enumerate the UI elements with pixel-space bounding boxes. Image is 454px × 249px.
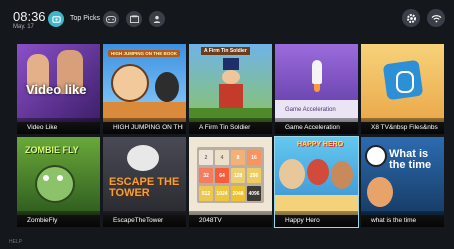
app-art: HIGH JUMPING ON THE BOOK [103,44,186,122]
profile-icon[interactable] [149,11,165,27]
app-title: ZombieFly [27,217,58,224]
app-art-text: Video like [26,82,87,97]
app-tile-game-acceleration[interactable]: Game Acceleration Game Acceleration [275,44,358,134]
app-art: Game Acceleration [275,44,358,122]
app-title: X8 TV&nbsp Files&nbs [371,124,438,131]
top-picks-label[interactable]: Top Picks [70,15,100,22]
app-art-text: ZOMBIE FLY [25,145,79,155]
top-picks-icon[interactable] [48,11,64,27]
app-title: EscapeTheTower [113,217,164,224]
game-2048-cell: 64 [215,168,229,183]
app-title: Game Acceleration [285,124,340,131]
app-art: 2 4 8 16 32 64 128 256 512 1024 2048 4096 [189,137,272,215]
app-tile-happy-hero[interactable]: HAPPY HERO Happy Hero [274,136,359,228]
game-2048-cell: 1024 [215,186,229,201]
game-2048-cell: 4096 [247,186,261,201]
help-hint[interactable]: HELP [9,239,22,245]
app-art: ZOMBIE FLY [17,137,100,215]
app-tile-escape-the-tower[interactable]: ESCAPE THE TOWER EscapeTheTower [103,137,186,227]
game-2048-cell: 128 [231,168,245,183]
settings-gear-icon[interactable] [402,9,420,27]
game-2048-cell: 2 [199,150,213,165]
gamepad-icon[interactable] [103,11,119,27]
app-art: ESCAPE THE TOWER [103,137,186,215]
app-title: Happy Hero [285,217,320,224]
game-2048-cell: 2048 [231,186,245,201]
app-title: A Firm Tin Soldier [199,124,251,131]
clock: 08:36 [13,9,46,24]
app-art: A Firm Tin Soldier [189,44,272,122]
date: May. 17 [13,24,34,30]
game-2048-cell: 32 [199,168,213,183]
game-2048-cell: 16 [247,150,261,165]
app-art-text: What is the time [389,148,432,171]
app-art-text: HIGH JUMPING ON THE BOOK [108,50,181,57]
game-2048-cell: 4 [215,150,229,165]
app-tile-firm-tin-soldier[interactable]: A Firm Tin Soldier A Firm Tin Soldier [189,44,272,134]
app-art: Video like [17,44,100,122]
game-2048-cell: 512 [199,186,213,201]
app-title: 2048TV [199,217,222,224]
app-tile-2048tv[interactable]: 2 4 8 16 32 64 128 256 512 1024 2048 4096 2048TV [189,137,272,227]
app-tile-high-jumping[interactable]: HIGH JUMPING ON THE BOOK HIGH JUMPING ON… [103,44,186,134]
app-art: HAPPY HERO [275,137,358,215]
game-2048-cell: 256 [247,168,261,183]
app-tile-zombiefly[interactable]: ZOMBIE FLY ZombieFly [17,137,100,227]
apps-folder-icon[interactable] [126,11,142,27]
wifi-icon[interactable] [427,9,445,27]
app-title: what is the time [371,217,417,224]
game-2048-cell: 8 [231,150,245,165]
app-tile-x8-files[interactable]: X8 TV&nbsp Files&nbs [361,44,444,134]
app-art-text: HAPPY HERO [297,141,344,148]
app-art: What is the time [361,137,444,215]
app-art-text: ESCAPE THE TOWER [109,176,180,199]
app-tile-what-is-the-time[interactable]: What is the time what is the time [361,137,444,227]
app-title: Video Like [27,124,58,131]
app-art-text: Game Acceleration [285,107,336,113]
app-art [361,44,444,122]
app-art-text: A Firm Tin Soldier [201,47,250,55]
app-title: HIGH JUMPING ON THE BOOK [113,124,183,131]
app-tile-video-like[interactable]: Video like Video Like [17,44,100,134]
top-bar: 08:36 May. 17 Top Picks [0,0,454,40]
